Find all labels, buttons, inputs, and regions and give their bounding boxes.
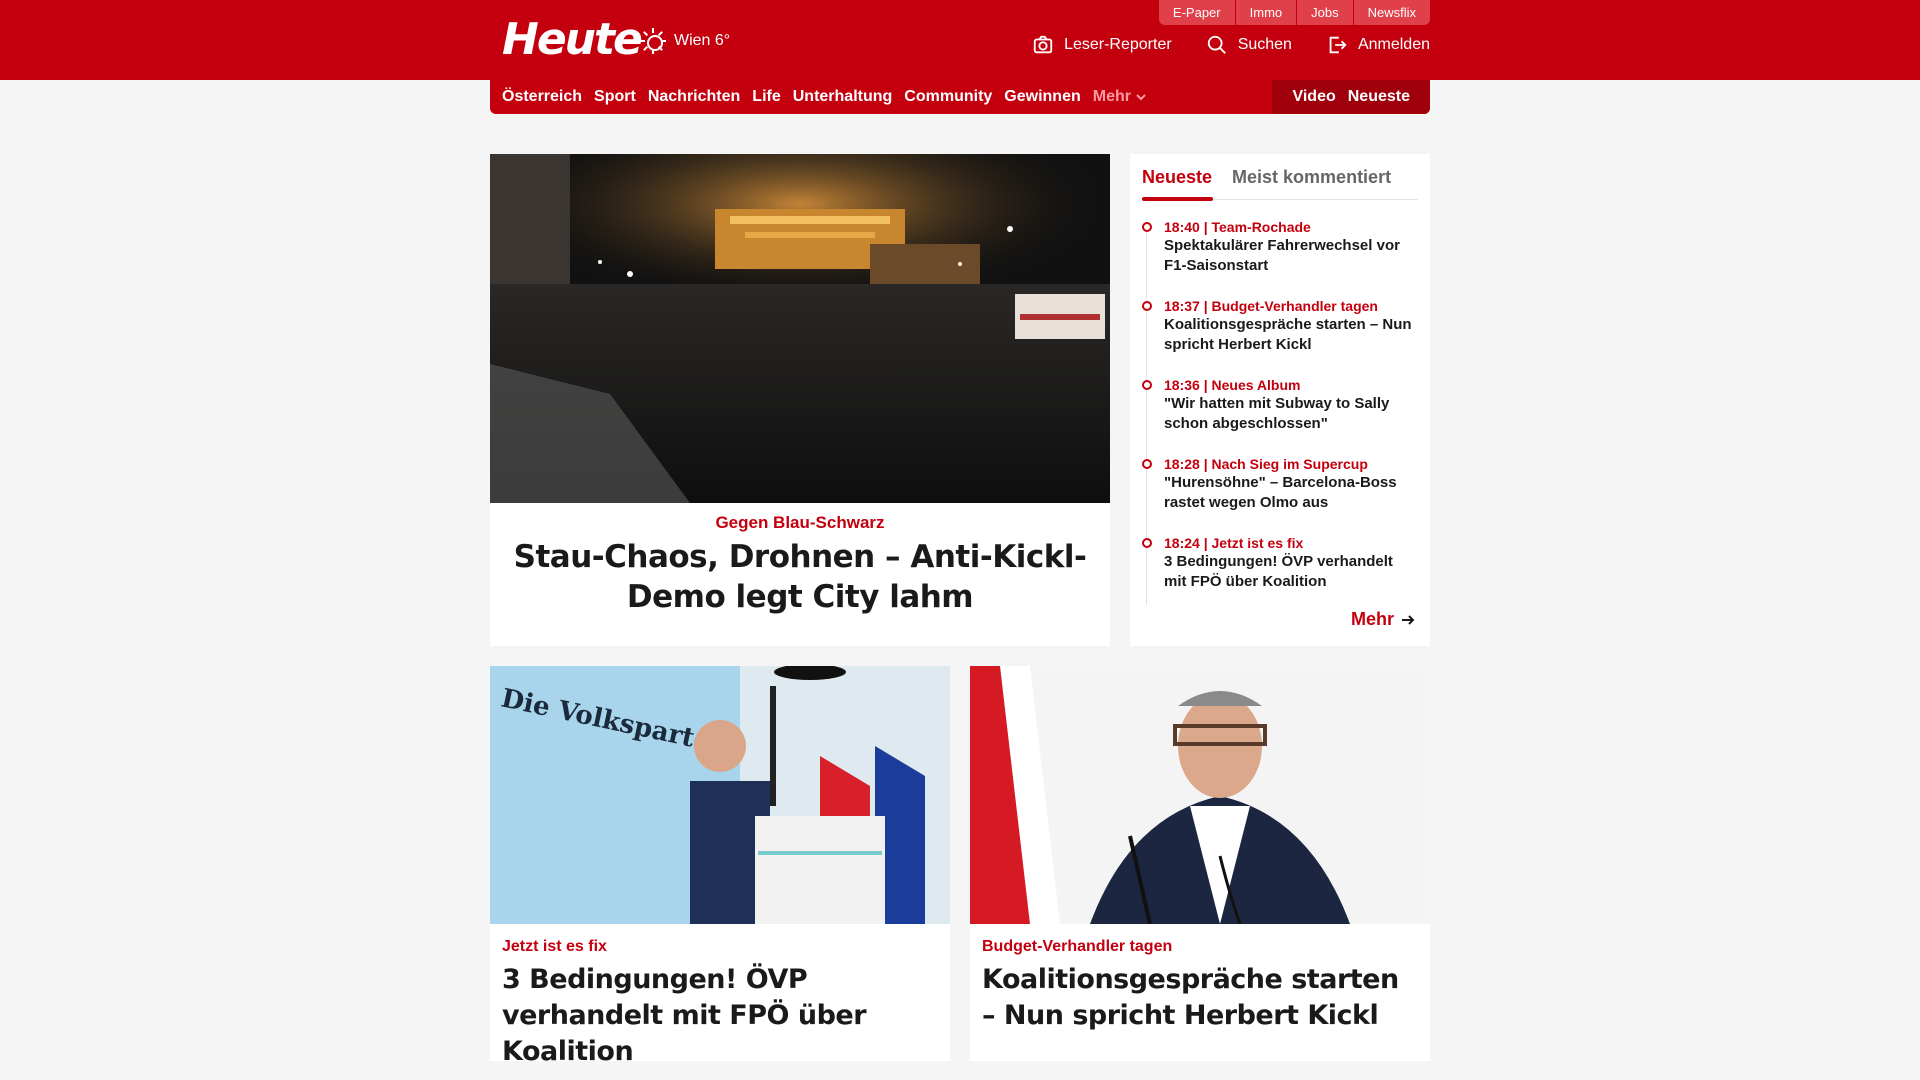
top-links: E-Paper Immo Jobs Newsflix xyxy=(1158,0,1430,25)
list-item[interactable]: 18:28 | Nach Sieg im Supercup "Hurensöhn… xyxy=(1142,455,1418,534)
header-actions: Leser-Reporter Suchen Anmelden xyxy=(1032,34,1430,56)
article-card-oevp[interactable]: Die Volkspartei Jetzt ist es fix 3 Bedin… xyxy=(490,666,950,1067)
nav-item-video[interactable]: Video xyxy=(1292,88,1335,106)
list-item[interactable]: 18:24 | Jetzt ist es fix 3 Bedingungen! … xyxy=(1142,534,1418,613)
search-label: Suchen xyxy=(1237,36,1292,53)
timeline-dot-icon xyxy=(1142,301,1152,311)
timeline-dot-icon xyxy=(1142,380,1152,390)
search-button[interactable]: Suchen xyxy=(1206,34,1292,56)
news-title[interactable]: "Wir hatten mit Subway to Sally schon ab… xyxy=(1164,394,1418,434)
camera-icon xyxy=(1033,35,1053,54)
timeline-dot-icon xyxy=(1142,222,1152,232)
chevron-down-icon xyxy=(1136,94,1146,101)
nav-more-label: Mehr xyxy=(1092,88,1131,105)
news-meta: 18:37 | Budget-Verhandler tagen xyxy=(1164,298,1378,314)
nav-item-oesterreich[interactable]: Österreich xyxy=(502,88,582,106)
nav-right: Video Neueste xyxy=(1272,80,1430,114)
card-kicker: Budget-Verhandler tagen xyxy=(982,938,1173,955)
demo-photo xyxy=(490,154,1110,503)
timeline-dot-icon xyxy=(1142,459,1152,469)
login-icon xyxy=(1329,36,1347,54)
news-title[interactable]: 3 Bedingungen! ÖVP verhandelt mit FPÖ üb… xyxy=(1164,552,1418,592)
login-label: Anmelden xyxy=(1357,36,1430,53)
reporter-label: Leser-Reporter xyxy=(1064,36,1172,53)
news-timeline: 18:40 | Team-Rochade Spektakulärer Fahre… xyxy=(1142,218,1418,613)
top-link-newsflix[interactable]: Newsflix xyxy=(1352,0,1430,25)
news-title[interactable]: "Hurensöhne" – Barcelona-Boss rastet weg… xyxy=(1164,473,1418,513)
hero-image[interactable] xyxy=(490,154,1110,503)
weather-label: Wien 6° xyxy=(674,32,731,49)
card-headline[interactable]: 3 Bedingungen! ÖVP verhandelt mit FPÖ üb… xyxy=(502,962,938,1070)
nav-item-gewinnen[interactable]: Gewinnen xyxy=(1004,88,1080,106)
login-button[interactable]: Anmelden xyxy=(1326,34,1430,56)
weather-widget[interactable]: Wien 6° xyxy=(640,28,730,54)
news-meta: 18:36 | Neues Album xyxy=(1164,377,1301,393)
article-image[interactable] xyxy=(970,666,1430,924)
top-link-epaper[interactable]: E-Paper xyxy=(1158,0,1235,25)
nav-item-life[interactable]: Life xyxy=(752,88,780,106)
reporter-button[interactable]: Leser-Reporter xyxy=(1032,34,1172,56)
sun-icon xyxy=(640,28,666,54)
news-meta: 18:24 | Jetzt ist es fix xyxy=(1164,535,1304,551)
article-image[interactable]: Die Volkspartei xyxy=(490,666,950,924)
nav-item-community[interactable]: Community xyxy=(904,88,992,106)
site-logo[interactable]: Heute xyxy=(502,14,643,65)
news-tabs: Neueste Meist kommentiert xyxy=(1142,154,1418,200)
more-label: Mehr xyxy=(1350,609,1394,629)
nav-item-unterhaltung[interactable]: Unterhaltung xyxy=(793,88,893,106)
news-title[interactable]: Koalitionsgespräche starten – Nun sprich… xyxy=(1164,315,1418,355)
kickl-portrait-photo xyxy=(970,666,1430,924)
card-kicker: Jetzt ist es fix xyxy=(502,938,607,955)
top-link-jobs[interactable]: Jobs xyxy=(1296,0,1353,25)
news-meta: 18:40 | Team-Rochade xyxy=(1164,219,1311,235)
nav-item-sport[interactable]: Sport xyxy=(594,88,636,106)
more-news-link[interactable]: Mehr xyxy=(1351,609,1416,630)
nav-more-menu[interactable]: Mehr xyxy=(1093,88,1147,106)
list-item[interactable]: 18:40 | Team-Rochade Spektakulärer Fahre… xyxy=(1142,218,1418,297)
hero-kicker: Gegen Blau-Schwarz xyxy=(715,513,885,532)
nav-item-nachrichten[interactable]: Nachrichten xyxy=(648,88,740,106)
press-conference-photo: Die Volkspartei xyxy=(490,666,950,924)
article-card-kickl[interactable]: Budget-Verhandler tagen Koalitionsgesprä… xyxy=(970,666,1430,1061)
tab-neueste[interactable]: Neueste xyxy=(1142,165,1212,188)
hero-article[interactable]: Gegen Blau-Schwarz Stau-Chaos, Drohnen –… xyxy=(490,154,1110,646)
site-header: Heute Wien 6° E-Paper Immo Jobs Newsflix… xyxy=(0,0,1920,80)
card-headline[interactable]: Koalitionsgespräche starten – Nun sprich… xyxy=(982,962,1418,1034)
latest-news-panel: Neueste Meist kommentiert 18:40 | Team-R… xyxy=(1130,154,1430,646)
search-icon xyxy=(1207,35,1226,54)
news-meta: 18:28 | Nach Sieg im Supercup xyxy=(1164,456,1368,472)
nav-item-neueste[interactable]: Neueste xyxy=(1348,88,1410,106)
timeline-dot-icon xyxy=(1142,538,1152,548)
list-item[interactable]: 18:37 | Budget-Verhandler tagen Koalitio… xyxy=(1142,297,1418,376)
news-title[interactable]: Spektakulärer Fahrerwechsel vor F1-Saiso… xyxy=(1164,236,1418,276)
arrow-right-icon xyxy=(1402,614,1415,625)
hero-headline[interactable]: Stau-Chaos, Drohnen – Anti-Kickl-Demo le… xyxy=(490,537,1110,617)
main-nav: Österreich Sport Nachrichten Life Unterh… xyxy=(490,80,1430,114)
tab-meist-kommentiert[interactable]: Meist kommentiert xyxy=(1232,165,1391,188)
list-item[interactable]: 18:36 | Neues Album "Wir hatten mit Subw… xyxy=(1142,376,1418,455)
top-link-immo[interactable]: Immo xyxy=(1234,0,1297,25)
